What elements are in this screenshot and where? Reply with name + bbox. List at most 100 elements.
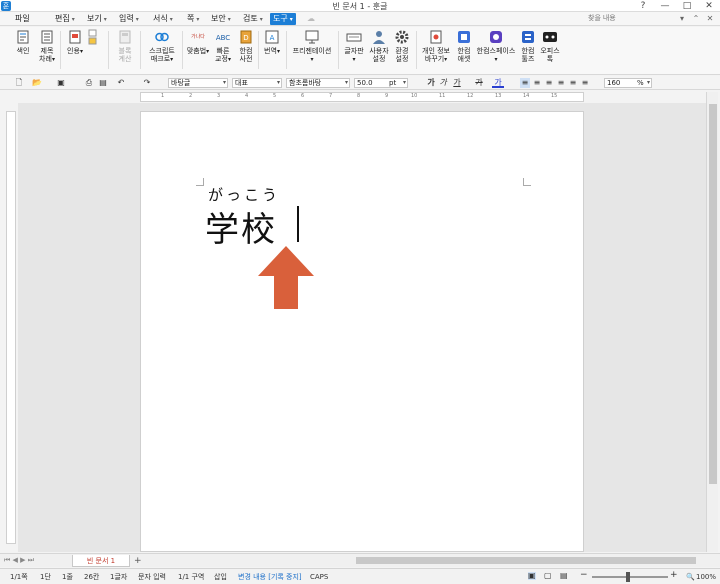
close-doc-icon[interactable]: ✕ — [704, 13, 716, 25]
dictionary-button[interactable]: D 한컴 사전 — [236, 29, 256, 63]
status-section: 1단 — [40, 573, 51, 581]
privacy-button[interactable]: 개인 정보 바꾸기▾ — [420, 29, 452, 64]
menu-insert[interactable]: 입력 ▾ — [116, 13, 142, 25]
horizontal-ruler[interactable]: 1 2 3 4 5 6 7 8 9 10 11 12 13 14 15 — [140, 92, 584, 102]
preferences-button[interactable]: 환경 설정 — [392, 29, 412, 63]
citation-extra-button[interactable] — [86, 29, 100, 47]
spellcheck-label: 맞춤법 — [186, 47, 207, 55]
vertical-scroll-thumb[interactable] — [709, 104, 717, 484]
zoom-lock-icon[interactable]: 🔍 — [686, 573, 695, 581]
zoom-slider[interactable] — [592, 576, 668, 578]
horizontal-scroll-thumb[interactable] — [356, 557, 696, 564]
vertical-ruler[interactable] — [6, 111, 16, 544]
undo-icon[interactable]: ↶ — [116, 78, 126, 88]
presentation-label: 프리젠테이션 — [292, 47, 332, 55]
status-track-changes[interactable]: 변경 내용 [기록 중지] — [238, 573, 302, 581]
open-folder-icon[interactable]: 📂 — [32, 78, 42, 88]
calculator-icon — [117, 29, 133, 45]
document-tab[interactable]: 빈 문서 1 — [72, 555, 130, 567]
align-distribute-icon[interactable]: ≡ — [568, 78, 578, 88]
table-of-contents-icon — [39, 29, 55, 45]
save-icon[interactable]: ▣ — [56, 78, 66, 88]
font-color-button[interactable]: 가 — [492, 78, 504, 88]
ribbon-separator — [140, 31, 141, 69]
menu-security[interactable]: 보안 ▾ — [208, 13, 234, 25]
menu-file[interactable]: 파일 — [12, 13, 33, 25]
maximize-icon[interactable]: □ — [676, 0, 698, 12]
help-icon[interactable]: ? — [632, 0, 654, 12]
style-select[interactable]: 바탕글 ▾ — [168, 78, 228, 88]
hancom-asset-button[interactable]: 한컴 애셋 — [454, 29, 474, 63]
menu-view-label: 보기 — [87, 14, 102, 23]
status-page[interactable]: 1/1쪽 — [10, 573, 28, 581]
preview-icon[interactable]: ▤ — [98, 78, 108, 88]
chevron-down-icon: ▾ — [402, 79, 406, 86]
presentation-button[interactable]: 프리젠테이션 ▾ — [290, 29, 334, 64]
zoom-in-icon[interactable]: + — [670, 571, 678, 580]
menu-format[interactable]: 서식 ▾ — [150, 13, 176, 25]
tab-nav-icon[interactable]: ⏮ ◀ ▶ ⏭ — [4, 556, 34, 565]
align-center-icon[interactable]: ≡ — [544, 78, 554, 88]
align-divide-icon[interactable]: ≡ — [580, 78, 590, 88]
menu-edit[interactable]: 편집 ▾ — [52, 13, 78, 25]
office-talk-label-2: 톡 — [546, 55, 554, 63]
align-right-icon[interactable]: ≡ — [556, 78, 566, 88]
menu-tools[interactable]: 도구 ▾ — [270, 13, 296, 25]
print-icon[interactable]: ⎙ — [84, 78, 94, 88]
index-button[interactable]: 색인 — [12, 29, 34, 55]
zoom-slider-knob[interactable] — [626, 572, 630, 582]
hancom-space-button[interactable]: 한컴스페이스▾ — [476, 29, 516, 64]
close-icon[interactable]: ✕ — [698, 0, 720, 12]
align-justify-icon[interactable]: ≡ — [520, 78, 530, 88]
search-dropdown-icon[interactable]: ▾ — [676, 13, 688, 25]
ribbon-collapse-icon[interactable]: ⌃ — [690, 13, 702, 25]
svg-text:D: D — [243, 34, 248, 42]
keyboard-button[interactable]: 글자판 ▾ — [342, 29, 366, 64]
zoom-select[interactable]: 160% ▾ — [604, 78, 652, 88]
add-tab-button[interactable]: + — [134, 555, 144, 567]
hancom-space-label: 한컴스페이스 — [476, 47, 516, 55]
view-normal-icon[interactable]: ▣ — [528, 572, 536, 580]
menu-edit-label: 편집 — [55, 14, 70, 23]
quick-correct-button[interactable]: ABC 빠른 교정▾ — [212, 29, 234, 64]
menu-page[interactable]: 쪽 ▾ — [184, 13, 202, 25]
view-web-icon[interactable]: ▢ — [544, 572, 552, 580]
menu-review[interactable]: 검토 ▾ — [240, 13, 266, 25]
status-chars: 1글자 — [110, 573, 128, 581]
menu-format-label: 서식 — [153, 14, 168, 23]
view-full-icon[interactable]: ▤ — [560, 572, 568, 580]
new-doc-icon[interactable]: 🗋 — [14, 78, 24, 88]
language-select[interactable]: 대표 ▾ — [232, 78, 282, 88]
font-select[interactable]: 함초롬바탕 ▾ — [286, 78, 350, 88]
zoom-out-icon[interactable]: − — [580, 571, 588, 580]
vertical-scrollbar[interactable] — [706, 92, 718, 552]
redo-icon[interactable]: ↷ — [142, 78, 152, 88]
cloud-icon[interactable]: ☁ — [304, 13, 318, 25]
user-settings-button[interactable]: 사용자 설정 — [368, 29, 390, 63]
office-talk-button[interactable]: 오피스 톡 — [540, 29, 560, 63]
window-title: 빈 문서 1 - 훈글 — [332, 2, 388, 11]
spellcheck-button[interactable]: 가나다 맞춤법▾ — [186, 29, 210, 56]
menu-view[interactable]: 보기 ▾ — [84, 13, 110, 25]
ruler-mark: 8 — [357, 93, 361, 99]
status-bar: 1/1쪽 1단 1줄 26칸 1글자 문자 입력 1/1 구역 삽입 변경 내용… — [0, 568, 720, 584]
font-size-input[interactable]: 50.0 pt ▾ — [354, 78, 408, 88]
minimize-icon[interactable]: — — [654, 0, 676, 12]
underline-button[interactable]: 가 — [452, 78, 462, 88]
body-text[interactable]: 学校 — [205, 202, 277, 251]
citation-button[interactable]: 인용▾ — [64, 29, 86, 56]
align-left-icon[interactable]: ≡ — [532, 78, 542, 88]
script-macro-button[interactable]: 스크립트 매크로▾ — [144, 29, 180, 64]
search-input[interactable] — [588, 14, 672, 24]
toc-button[interactable]: 제목 차례▾ — [36, 29, 58, 64]
hancom-tools-button[interactable]: 한컴 툴즈 — [518, 29, 538, 63]
menu-bar: 파일 편집▾ 보기▾ 입력▾ 서식▾ 쪽▾ 보안▾ 검토▾ 도구▾ ☁ ▾ ⌃ … — [0, 12, 720, 26]
italic-button[interactable]: 가 — [438, 78, 448, 88]
document-page[interactable] — [140, 111, 584, 552]
translate-button[interactable]: A 번역▾ — [262, 29, 282, 56]
block-calc-button[interactable]: 블록 계산 — [114, 29, 136, 63]
status-zoom[interactable]: 100% — [696, 573, 716, 581]
status-insert[interactable]: 삽입 — [214, 573, 227, 581]
strike-button[interactable]: 가 — [474, 78, 484, 88]
bold-button[interactable]: 가 — [426, 78, 436, 88]
